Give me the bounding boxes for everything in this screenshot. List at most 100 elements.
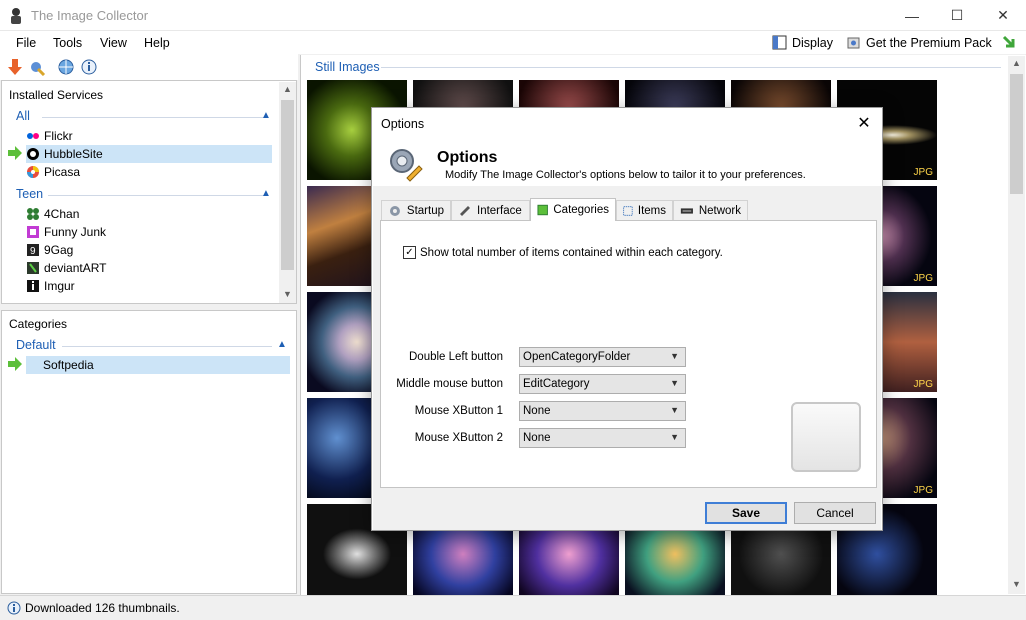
chevron-down-icon: ▼ <box>670 405 679 415</box>
display-button[interactable]: Display <box>772 35 833 50</box>
jpg-badge: JPG <box>913 485 933 496</box>
service-picasa[interactable]: Picasa <box>26 163 272 181</box>
dialog-header: Options Modify The Image Collector's opt… <box>373 140 881 186</box>
9gag-icon: 9 <box>27 244 39 257</box>
imgur-icon <box>27 280 39 292</box>
group-all-header[interactable]: All <box>16 109 30 123</box>
service-label: Funny Junk <box>44 225 107 239</box>
jpg-badge: JPG <box>913 167 933 178</box>
chevron-down-icon: ▼ <box>670 378 679 388</box>
service-hubblesite[interactable]: HubbleSite <box>26 145 272 163</box>
tools-icon[interactable] <box>28 58 46 76</box>
service-label: HubbleSite <box>44 147 103 161</box>
scroll-down-icon[interactable]: ▼ <box>283 289 292 299</box>
chevron-up-icon[interactable]: ▲ <box>261 110 271 121</box>
cancel-button[interactable]: Cancel <box>794 502 876 524</box>
double-left-button-select[interactable]: OpenCategoryFolder ▼ <box>519 347 686 367</box>
info-icon[interactable] <box>80 58 98 76</box>
dialog-footer: Save Cancel <box>373 492 881 530</box>
group-teen-header[interactable]: Teen <box>16 187 43 201</box>
menu-view[interactable]: View <box>100 36 127 50</box>
display-label: Display <box>792 35 833 50</box>
category-label: Softpedia <box>43 358 94 372</box>
middle-mouse-button-select[interactable]: EditCategory ▼ <box>519 374 686 394</box>
scroll-thumb[interactable] <box>281 100 294 270</box>
scroll-up-icon[interactable]: ▲ <box>1012 58 1021 68</box>
tab-label: Startup <box>406 204 444 217</box>
tab-network[interactable]: Network <box>673 200 748 220</box>
scroll-thumb[interactable] <box>1010 74 1023 194</box>
chevron-up-icon[interactable]: ▲ <box>277 339 287 350</box>
categories-icon <box>537 204 548 216</box>
checkbox-label: Show total number of items contained wit… <box>420 246 723 259</box>
tab-label: Interface <box>477 204 522 217</box>
window-title: The Image Collector <box>31 8 149 23</box>
green-arrow-icon[interactable] <box>1001 34 1017 50</box>
service-imgur[interactable]: Imgur <box>26 277 272 295</box>
field-label: Mouse XButton 2 <box>414 432 503 444</box>
service-label: Picasa <box>44 165 81 179</box>
service-funny-junk[interactable]: Funny Junk <box>26 223 272 241</box>
maximize-button[interactable]: ☐ <box>934 0 980 31</box>
services-scrollbar[interactable]: ▲ ▼ <box>279 82 296 303</box>
gallery-scrollbar[interactable]: ▲ ▼ <box>1008 56 1025 594</box>
current-arrow-icon <box>8 357 22 371</box>
tab-startup[interactable]: Startup <box>381 200 451 220</box>
service-flickr[interactable]: Flickr <box>26 127 272 145</box>
select-value: EditCategory <box>523 378 590 390</box>
categories-title: Categories <box>9 317 68 331</box>
group-default-header[interactable]: Default <box>16 338 56 352</box>
menu-bar: File Tools View Help Display Get the Pre… <box>0 31 1026 54</box>
globe-icon[interactable] <box>57 58 75 76</box>
hubblesite-icon <box>27 148 39 160</box>
color-preview-button[interactable] <box>791 402 861 472</box>
field-label: Mouse XButton 1 <box>414 405 503 417</box>
tab-items[interactable]: Items <box>616 200 673 220</box>
download-arrow-icon[interactable] <box>6 58 24 76</box>
display-icon <box>772 35 787 50</box>
tab-interface[interactable]: Interface <box>451 200 530 220</box>
tab-label: Network <box>698 204 741 217</box>
service-4chan[interactable]: 4Chan <box>26 205 272 223</box>
show-count-checkbox[interactable]: ✓ Show total number of items contained w… <box>403 246 723 259</box>
dialog-title: Options <box>381 117 425 131</box>
dialog-close-icon[interactable]: ✕ <box>852 112 876 134</box>
minimize-button[interactable]: — <box>889 0 935 31</box>
checkbox-checked-icon[interactable]: ✓ <box>403 246 416 259</box>
options-dialog: Options ✕ Options Modify The Image Colle… <box>371 107 883 531</box>
service-label: Flickr <box>44 129 73 143</box>
field-label: Double Left button <box>409 351 503 363</box>
funny-junk-icon <box>27 226 39 238</box>
field-label: Middle mouse button <box>396 378 503 390</box>
service-9gag[interactable]: 9 9Gag <box>26 241 272 259</box>
app-icon <box>11 8 21 24</box>
close-button[interactable]: ✕ <box>980 0 1026 31</box>
menu-help[interactable]: Help <box>144 36 170 50</box>
service-label: 4Chan <box>44 207 80 221</box>
info-icon <box>7 601 21 615</box>
service-deviantart[interactable]: deviantART <box>26 259 272 277</box>
mouse-xbutton2-select[interactable]: None ▼ <box>519 428 686 448</box>
select-value: OpenCategoryFolder <box>523 351 631 363</box>
flickr-icon <box>27 133 39 139</box>
dialog-body: Startup Interface Categories Items Netwo… <box>373 186 881 492</box>
package-icon <box>847 37 860 49</box>
scroll-down-icon[interactable]: ▼ <box>1012 579 1021 589</box>
chevron-down-icon: ▼ <box>670 432 679 442</box>
category-softpedia[interactable]: Softpedia <box>26 356 290 374</box>
settings-gear-icon <box>390 149 423 182</box>
status-text: Downloaded 126 thumbnails. <box>25 601 180 615</box>
save-button[interactable]: Save <box>705 502 787 524</box>
mouse-xbutton1-select[interactable]: None ▼ <box>519 401 686 421</box>
select-value: None <box>523 432 551 444</box>
menu-tools[interactable]: Tools <box>53 36 82 50</box>
menu-file[interactable]: File <box>16 36 36 50</box>
network-icon <box>680 207 693 214</box>
tab-categories[interactable]: Categories <box>530 198 616 221</box>
jpg-badge: JPG <box>913 273 933 284</box>
installed-services-title: Installed Services <box>9 88 104 102</box>
chevron-up-icon[interactable]: ▲ <box>261 188 271 199</box>
select-value: None <box>523 405 551 417</box>
premium-pack-button[interactable]: Get the Premium Pack <box>846 35 992 50</box>
scroll-up-icon[interactable]: ▲ <box>283 84 292 94</box>
